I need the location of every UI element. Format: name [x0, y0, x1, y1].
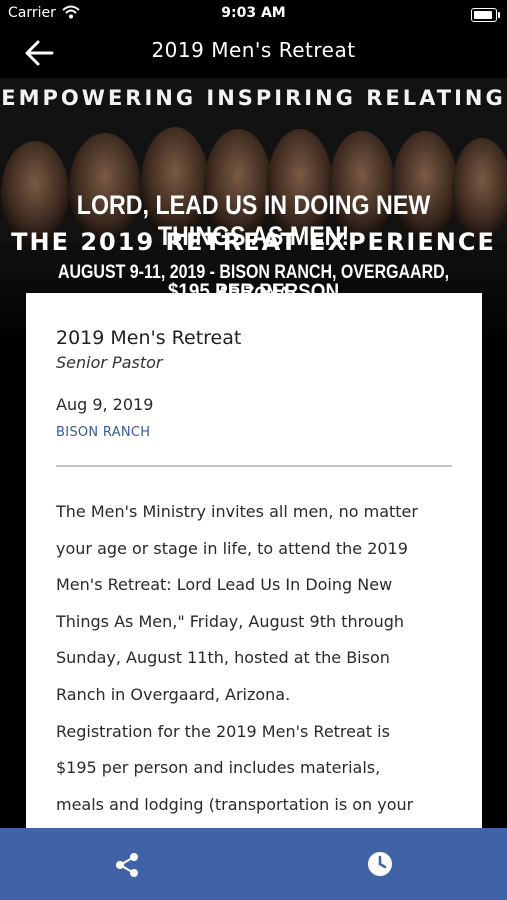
- event-date: Aug 9, 2019: [56, 395, 154, 414]
- description-line: Sunday, August 11th, hosted at the Bison: [56, 648, 390, 668]
- banner-tagline: EMPOWERING INSPIRING RELATING: [1, 86, 506, 110]
- description-line: Things As Men," Friday, August 9th throu…: [56, 611, 405, 631]
- nav-bar: 2019 Men's Retreat: [0, 28, 507, 76]
- event-title: 2019 Men's Retreat: [56, 327, 242, 349]
- description-line: Registration for the 2019 Men's Retreat …: [56, 721, 390, 741]
- banner-subheadline: THE 2019 RETREAT EXPERIENCE: [11, 228, 496, 256]
- description-line: your age or stage in life, to attend the…: [56, 538, 408, 558]
- battery-icon: [471, 8, 500, 22]
- status-bar: Carrier 9:03 AM: [0, 0, 507, 28]
- description-line: $195 per person and includes materials,: [56, 758, 381, 778]
- page-title: 2019 Men's Retreat: [151, 38, 356, 62]
- divider: [56, 465, 452, 467]
- event-speaker: Senior Pastor: [56, 353, 163, 372]
- share-button[interactable]: [112, 850, 142, 880]
- event-description: The Men's Ministry invites all men, no m…: [56, 494, 456, 823]
- description-line: Men's Retreat: Lord Lead Us In Doing New: [56, 575, 393, 595]
- clock-button[interactable]: [366, 850, 394, 878]
- clock-icon: [368, 852, 392, 876]
- share-icon: [116, 853, 138, 877]
- event-detail-card: 2019 Men's Retreat Senior Pastor Aug 9, …: [26, 293, 482, 853]
- bottom-toolbar: [0, 828, 507, 900]
- description-line: meals and lodging (transportation is on …: [56, 794, 414, 814]
- status-time: 9:03 AM: [221, 5, 286, 21]
- event-location[interactable]: BISON RANCH: [56, 425, 150, 440]
- description-line: Ranch in Overgaard, Arizona.: [56, 684, 291, 704]
- description-line: The Men's Ministry invites all men, no m…: [56, 502, 418, 521]
